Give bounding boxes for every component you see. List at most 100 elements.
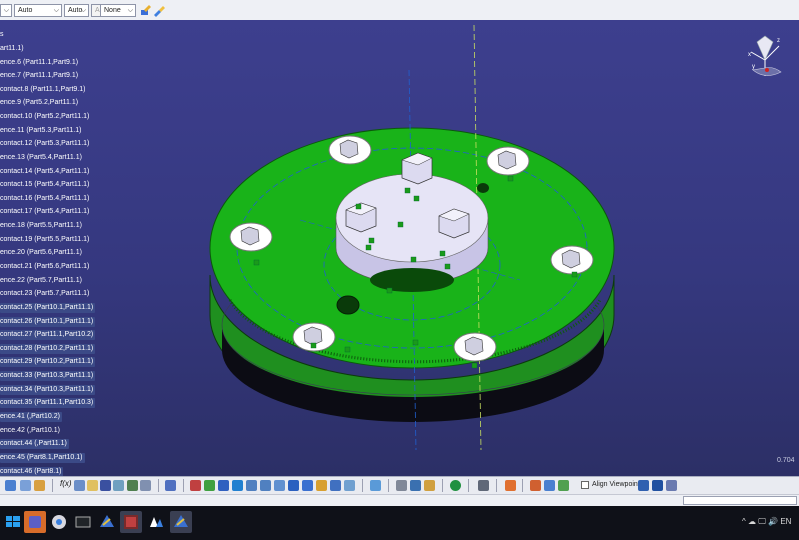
copy-format-icon[interactable] xyxy=(152,4,165,17)
comment-icon[interactable] xyxy=(74,480,85,491)
table-icon[interactable] xyxy=(100,480,111,491)
design-table-icon[interactable] xyxy=(113,480,124,491)
hide-show-icon[interactable] xyxy=(330,480,341,491)
tree-item[interactable]: ence.13 (Part5.4,Part11.1) xyxy=(0,153,82,163)
constraint-icon[interactable] xyxy=(396,480,407,491)
tree-item[interactable]: ence.20 (Part5.6,Part11.1) xyxy=(0,248,82,258)
flange-assembly-model[interactable] xyxy=(0,20,799,476)
teams-icon[interactable] xyxy=(24,511,46,533)
knowledge-icon[interactable] xyxy=(140,480,151,491)
print-icon[interactable] xyxy=(165,480,176,491)
tree-item[interactable]: ence.18 (Part5.5,Part11.1) xyxy=(0,221,82,231)
explode-icon[interactable] xyxy=(424,480,435,491)
tree-item[interactable]: contact.21 (Part5.6,Part11.1) xyxy=(0,262,89,272)
catia-v5-window-icon[interactable] xyxy=(170,511,192,533)
tree-item[interactable]: contact.17 (Part5.4,Part11.1) xyxy=(0,207,89,217)
tree-item[interactable]: contact.10 (Part5.2,Part11.1) xyxy=(0,112,89,122)
camera-icon[interactable] xyxy=(478,480,489,491)
visual-basic-icon[interactable] xyxy=(120,511,142,533)
tree-item[interactable]: contact.14 (Part5.4,Part11.1) xyxy=(0,167,89,177)
tree-item[interactable]: ence.11 (Part5.3,Part11.1) xyxy=(0,126,81,136)
measure-icon[interactable] xyxy=(370,480,381,491)
layer-dropdown[interactable]: None ⌵ xyxy=(100,4,136,17)
tree-item[interactable]: contact.28 (Part10.2,Part11.1) xyxy=(0,344,96,354)
fit-all-icon[interactable] xyxy=(190,480,201,491)
undo-icon[interactable] xyxy=(20,480,31,491)
toolbar-separator xyxy=(183,479,184,492)
line-thickness-dropdown[interactable]: Auto ⌵ xyxy=(64,4,89,17)
tree-item[interactable]: contact.15 (Part5.4,Part11.1) xyxy=(0,180,89,190)
zoom-in-icon[interactable] xyxy=(246,480,257,491)
line-type-dropdown[interactable]: Auto ⌵ xyxy=(14,4,62,17)
iso-view-icon[interactable] xyxy=(302,480,313,491)
system-tray[interactable]: ^ ☁ 🖵 🔊 EN xyxy=(742,517,791,527)
align-viewpoint-checkbox[interactable] xyxy=(581,481,589,489)
tree-item[interactable]: contact.46 (Part8.1) xyxy=(0,467,64,476)
tree-item[interactable]: art11.1) xyxy=(0,44,24,54)
tree-item[interactable]: contact.35 (Part11.1,Part10.3) xyxy=(0,398,96,408)
3d-viewport[interactable]: s art11.1) ence.6 (Part11.1,Part9.1) enc… xyxy=(0,20,799,476)
formula-icon[interactable]: f(x) xyxy=(60,479,72,488)
terminal-icon[interactable] xyxy=(72,511,94,533)
chrome-icon[interactable] xyxy=(48,511,70,533)
align-viewpoint-label: Align Viewpoint xyxy=(592,481,640,488)
tree-item[interactable]: contact.29 (Part10.2,Part11.1) xyxy=(0,357,96,367)
analysis-icon[interactable] xyxy=(450,480,461,491)
windows-taskbar: ^ ☁ 🖵 🔊 EN xyxy=(0,506,799,540)
fly-icon[interactable] xyxy=(232,480,243,491)
dropdown-partial[interactable]: ⌵ xyxy=(0,4,12,17)
normal-view-icon[interactable] xyxy=(274,480,285,491)
bolt-pocket xyxy=(229,222,273,252)
multi-view-icon[interactable] xyxy=(288,480,299,491)
apply-material-icon[interactable] xyxy=(530,480,541,491)
catia-composer-icon[interactable] xyxy=(145,511,167,533)
render-icon[interactable] xyxy=(544,480,555,491)
windows-start-icon[interactable] xyxy=(2,511,24,533)
publish-icon[interactable] xyxy=(558,480,569,491)
tree-item[interactable]: ence.45 (Part8.1,Part10.1) xyxy=(0,453,85,463)
scene-icon[interactable] xyxy=(652,480,663,491)
compass-icon[interactable]: x z y xyxy=(745,32,787,82)
power-input-field[interactable] xyxy=(683,496,797,505)
fix-icon[interactable] xyxy=(410,480,421,491)
tree-item[interactable]: s xyxy=(0,30,4,40)
bottom-toolbar: f(x) Align Viewpoint xyxy=(0,476,799,494)
tree-item[interactable]: contact.16 (Part5.4,Part11.1) xyxy=(0,194,89,204)
chevron-down-icon: ⌵ xyxy=(80,7,86,14)
tree-item[interactable]: ence.6 (Part11.1,Part9.1) xyxy=(0,58,78,68)
tree-item[interactable]: contact.34 (Part10.3,Part11.1) xyxy=(0,385,96,395)
hyperlink-icon[interactable] xyxy=(666,480,677,491)
paint-brush-icon[interactable] xyxy=(139,4,152,17)
pan-icon[interactable] xyxy=(204,480,215,491)
tree-item[interactable]: contact.8 (Part11.1,Part9.1) xyxy=(0,85,85,95)
compass-z-label: z xyxy=(777,38,780,44)
select-icon[interactable] xyxy=(34,480,45,491)
tree-item[interactable]: ence.42 (,Part10.1) xyxy=(0,426,60,436)
macro-icon[interactable] xyxy=(87,480,98,491)
tree-item[interactable]: contact.33 (Part10.3,Part11.1) xyxy=(0,371,96,381)
update-icon[interactable] xyxy=(5,480,16,491)
tree-item[interactable]: contact.23 (Part5.7,Part11.1) xyxy=(0,289,89,299)
tree-item[interactable]: ence.22 (Part5.7,Part11.1) xyxy=(0,276,82,286)
rotate-icon[interactable] xyxy=(218,480,229,491)
compass-y-label: y xyxy=(752,64,755,70)
catalog-icon[interactable] xyxy=(127,480,138,491)
tree-item[interactable]: contact.27 (Part11.1,Part10.2) xyxy=(0,330,96,340)
grid-icon[interactable] xyxy=(505,480,516,491)
zoom-out-icon[interactable] xyxy=(260,480,271,491)
tree-item[interactable]: contact.12 (Part5.3,Part11.1) xyxy=(0,139,89,149)
tree-item[interactable]: ence.41 (,Part10.2) xyxy=(0,412,62,422)
catia-v5-icon[interactable] xyxy=(96,511,118,533)
chevron-down-icon: ⌵ xyxy=(3,7,9,14)
toolbar-separator xyxy=(362,479,363,492)
shading-icon[interactable] xyxy=(316,480,327,491)
version-label: 0.704 xyxy=(777,457,795,464)
tree-item[interactable]: contact.26 (Part10.1,Part11.1) xyxy=(0,317,96,327)
swap-space-icon[interactable] xyxy=(344,480,355,491)
tree-item[interactable]: contact.44 (,Part11.1) xyxy=(0,439,69,449)
tree-item[interactable]: ence.7 (Part11.1,Part9.1) xyxy=(0,71,78,81)
tree-item[interactable]: ence.9 (Part5.2,Part11.1) xyxy=(0,98,78,108)
tree-item[interactable]: contact.25 (Part10.1,Part11.1) xyxy=(0,303,96,313)
snapshot-icon[interactable] xyxy=(638,480,649,491)
tree-item[interactable]: contact.19 (Part5.5,Part11.1) xyxy=(0,235,89,245)
